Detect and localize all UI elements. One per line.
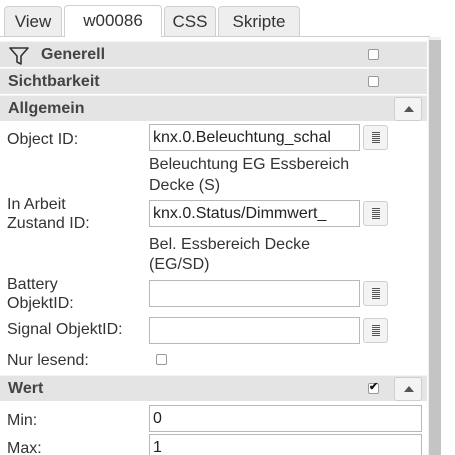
object-id-input[interactable]: knx.0.Beleuchtung_schal — [149, 124, 360, 151]
signal-select-button[interactable] — [363, 318, 388, 343]
tab-widget[interactable]: w00086 — [64, 5, 162, 37]
tab-bar: View w00086 CSS Skripte — [0, 0, 430, 37]
wert-collapse-button[interactable] — [394, 377, 422, 401]
in-arbeit-hint-1: Bel. Essbereich Decke — [149, 236, 310, 253]
group-generell-label: Generell — [41, 46, 106, 63]
right-gutter — [441, 0, 455, 455]
min-label: Min: — [7, 412, 38, 429]
in-arbeit-hint-2: (EG/SD) — [149, 256, 210, 273]
sichtbarkeit-checkbox[interactable] — [368, 76, 379, 87]
max-label: Max: — [7, 440, 42, 455]
group-generell[interactable]: Generell — [0, 41, 427, 67]
generell-checkbox[interactable] — [368, 49, 379, 60]
in-arbeit-label-2: Zustand ID: — [7, 215, 90, 232]
group-allgemein-label: Allgemein — [8, 100, 85, 117]
battery-label-2: ObjektID: — [7, 295, 74, 312]
signal-label: Signal ObjektID: — [7, 321, 123, 338]
battery-select-button[interactable] — [363, 281, 388, 306]
in-arbeit-select-button[interactable] — [363, 201, 388, 226]
battery-input[interactable] — [149, 280, 360, 307]
filter-icon[interactable] — [9, 47, 29, 65]
battery-label-1: Battery — [7, 276, 58, 293]
group-allgemein[interactable]: Allgemein — [0, 95, 427, 121]
allgemein-collapse-button[interactable] — [394, 97, 422, 121]
select-object-icon — [372, 132, 380, 143]
object-id-hint-2: Decke (S) — [149, 177, 221, 194]
group-sichtbarkeit-label: Sichtbarkeit — [8, 73, 100, 90]
tab-skripte[interactable]: Skripte — [218, 6, 300, 36]
min-input[interactable]: 0 — [149, 405, 422, 432]
select-object-icon — [372, 288, 380, 299]
in-arbeit-input[interactable]: knx.0.Status/Dimmwert_ — [149, 200, 360, 227]
in-arbeit-label-1: In Arbeit — [7, 196, 66, 213]
attributes-panel: Generell Sichtbarkeit Allgemein Object I… — [0, 37, 430, 455]
nur-lesend-label: Nur lesend: — [7, 352, 89, 369]
nur-lesend-checkbox[interactable] — [156, 354, 167, 365]
signal-input[interactable] — [149, 317, 360, 344]
wert-checkbox[interactable] — [368, 380, 379, 394]
max-input[interactable]: 1 — [149, 434, 422, 455]
group-wert[interactable]: Wert — [0, 375, 427, 401]
select-object-icon — [372, 325, 380, 336]
group-sichtbarkeit[interactable]: Sichtbarkeit — [0, 68, 427, 94]
object-id-label: Object ID: — [7, 131, 79, 148]
select-object-icon — [372, 208, 380, 219]
scrollbar-thumb[interactable] — [429, 40, 441, 455]
object-id-hint-1: Beleuchtung EG Essbereich — [149, 156, 350, 173]
group-wert-label: Wert — [8, 380, 44, 397]
tab-css[interactable]: CSS — [164, 6, 216, 36]
object-id-select-button[interactable] — [363, 125, 388, 150]
tab-view[interactable]: View — [4, 6, 62, 36]
